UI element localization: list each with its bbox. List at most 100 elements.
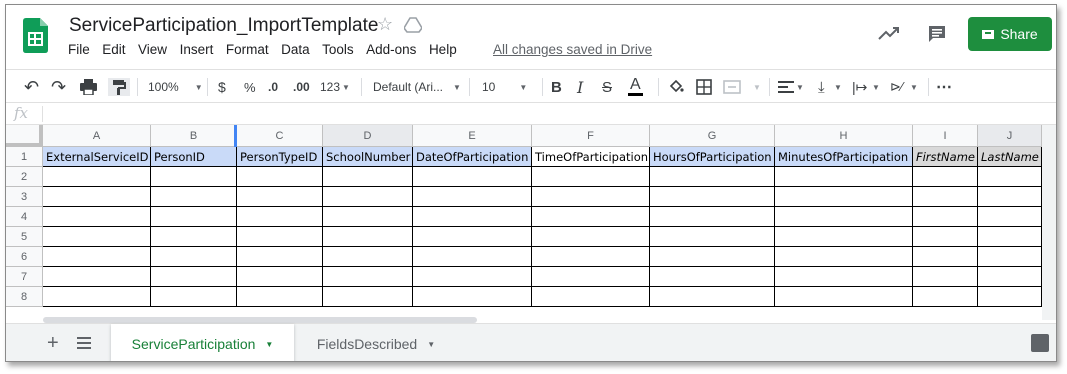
cell-h1[interactable]: MinutesOfParticipation	[775, 147, 913, 167]
menu-data[interactable]: Data	[281, 42, 310, 57]
cell-c4[interactable]	[237, 207, 323, 227]
menu-tools[interactable]: Tools	[322, 42, 354, 57]
cell-i4[interactable]	[913, 207, 978, 227]
column-header-a[interactable]: A	[43, 125, 151, 147]
cell-i6[interactable]	[913, 247, 978, 267]
cell-b7[interactable]	[151, 267, 237, 287]
cell-g6[interactable]	[650, 247, 775, 267]
cell-a7[interactable]	[43, 267, 151, 287]
column-resize-marker[interactable]	[234, 125, 237, 147]
cell-j7[interactable]	[978, 267, 1042, 287]
cell-g7[interactable]	[650, 267, 775, 287]
cell-b6[interactable]	[151, 247, 237, 267]
cell-a5[interactable]	[43, 227, 151, 247]
row-header-7[interactable]: 7	[6, 267, 43, 287]
cell-b2[interactable]	[151, 167, 237, 187]
column-header-h[interactable]: H	[775, 125, 913, 147]
cell-d4[interactable]	[323, 207, 413, 227]
borders-icon[interactable]	[696, 79, 712, 95]
cell-j8[interactable]	[978, 287, 1042, 307]
chevron-down-icon[interactable]: ▼	[427, 340, 435, 349]
vertical-align-icon[interactable]: ⤓	[818, 70, 825, 104]
cell-h8[interactable]	[775, 287, 913, 307]
increase-decimal-button[interactable]: .00	[293, 70, 310, 104]
cell-a8[interactable]	[43, 287, 151, 307]
cell-h2[interactable]	[775, 167, 913, 187]
cell-c6[interactable]	[237, 247, 323, 267]
cell-d6[interactable]	[323, 247, 413, 267]
document-title[interactable]: ServiceParticipation_ImportTemplate	[69, 15, 378, 37]
sheet-tab-serviceparticipation[interactable]: ServiceParticipation ▼	[111, 324, 294, 361]
more-formats-select[interactable]: 123 ▼	[320, 70, 350, 104]
chevron-down-icon[interactable]: ▼	[265, 340, 273, 349]
cell-i8[interactable]	[913, 287, 978, 307]
cell-b5[interactable]	[151, 227, 237, 247]
save-status-link[interactable]: All changes saved in Drive	[493, 42, 652, 57]
paint-format-icon[interactable]	[108, 78, 130, 96]
menu-view[interactable]: View	[138, 42, 167, 57]
column-header-f[interactable]: F	[532, 125, 650, 147]
cell-c5[interactable]	[237, 227, 323, 247]
comments-icon[interactable]	[927, 24, 947, 44]
cell-f2[interactable]	[532, 167, 650, 187]
activity-trend-icon[interactable]	[878, 25, 900, 41]
menu-insert[interactable]: Insert	[180, 42, 214, 57]
cell-j5[interactable]	[978, 227, 1042, 247]
explore-icon[interactable]	[1031, 334, 1049, 352]
bold-button[interactable]: B	[551, 70, 562, 104]
cell-g3[interactable]	[650, 187, 775, 207]
cell-d1[interactable]: SchoolNumber	[323, 147, 413, 167]
share-button[interactable]: Share	[968, 17, 1052, 51]
cell-a6[interactable]	[43, 247, 151, 267]
cell-e1[interactable]: DateOfParticipation	[413, 147, 532, 167]
sheet-tab-fieldsdescribed[interactable]: FieldsDescribed ▼	[302, 324, 450, 361]
text-rotation-dropdown[interactable]: ▼	[904, 70, 918, 104]
cell-e6[interactable]	[413, 247, 532, 267]
column-header-g[interactable]: G	[650, 125, 775, 147]
cell-g8[interactable]	[650, 287, 775, 307]
cell-i5[interactable]	[913, 227, 978, 247]
star-icon[interactable]: ☆	[377, 14, 393, 35]
cell-e5[interactable]	[413, 227, 532, 247]
menu-help[interactable]: Help	[429, 42, 457, 57]
cell-a1[interactable]: ExternalServiceID	[43, 147, 151, 167]
font-size-select[interactable]: 10 ▼	[482, 70, 527, 104]
row-header-3[interactable]: 3	[6, 187, 43, 207]
column-header-i[interactable]: I	[913, 125, 978, 147]
cell-d3[interactable]	[323, 187, 413, 207]
cell-h3[interactable]	[775, 187, 913, 207]
cell-i7[interactable]	[913, 267, 978, 287]
column-header-e[interactable]: E	[413, 125, 532, 147]
decrease-decimal-button[interactable]: .0	[268, 70, 278, 104]
cell-c1[interactable]: PersonTypeID	[237, 147, 323, 167]
row-header-8[interactable]: 8	[6, 287, 43, 307]
currency-format-button[interactable]: $	[218, 70, 226, 104]
all-sheets-menu-icon[interactable]	[77, 337, 91, 349]
text-wrap-dropdown[interactable]: ▼	[866, 70, 880, 104]
move-to-drive-icon[interactable]	[404, 17, 422, 33]
row-header-6[interactable]: 6	[6, 247, 43, 267]
add-sheet-icon[interactable]: +	[47, 332, 59, 355]
text-rotation-icon[interactable]: ⊳⁄	[890, 70, 903, 104]
cell-j2[interactable]	[978, 167, 1042, 187]
cell-e7[interactable]	[413, 267, 532, 287]
cell-f7[interactable]	[532, 267, 650, 287]
font-select[interactable]: Default (Ari... ▼	[373, 70, 461, 104]
text-color-button[interactable]: A	[628, 70, 643, 104]
column-header-d[interactable]: D	[323, 125, 413, 147]
strikethrough-button[interactable]: S	[602, 70, 612, 104]
cell-c3[interactable]	[237, 187, 323, 207]
cell-h6[interactable]	[775, 247, 913, 267]
menu-file[interactable]: File	[68, 42, 90, 57]
cell-h5[interactable]	[775, 227, 913, 247]
cell-f3[interactable]	[532, 187, 650, 207]
cell-c7[interactable]	[237, 267, 323, 287]
percent-format-button[interactable]: %	[244, 70, 256, 104]
fill-color-icon[interactable]	[668, 79, 684, 95]
italic-button[interactable]: I	[577, 70, 583, 104]
formula-input[interactable]	[46, 103, 1036, 125]
vertical-align-dropdown[interactable]: ▼	[828, 70, 842, 104]
cell-a3[interactable]	[43, 187, 151, 207]
cell-j4[interactable]	[978, 207, 1042, 227]
zoom-select[interactable]: 100% ▼	[148, 70, 203, 104]
